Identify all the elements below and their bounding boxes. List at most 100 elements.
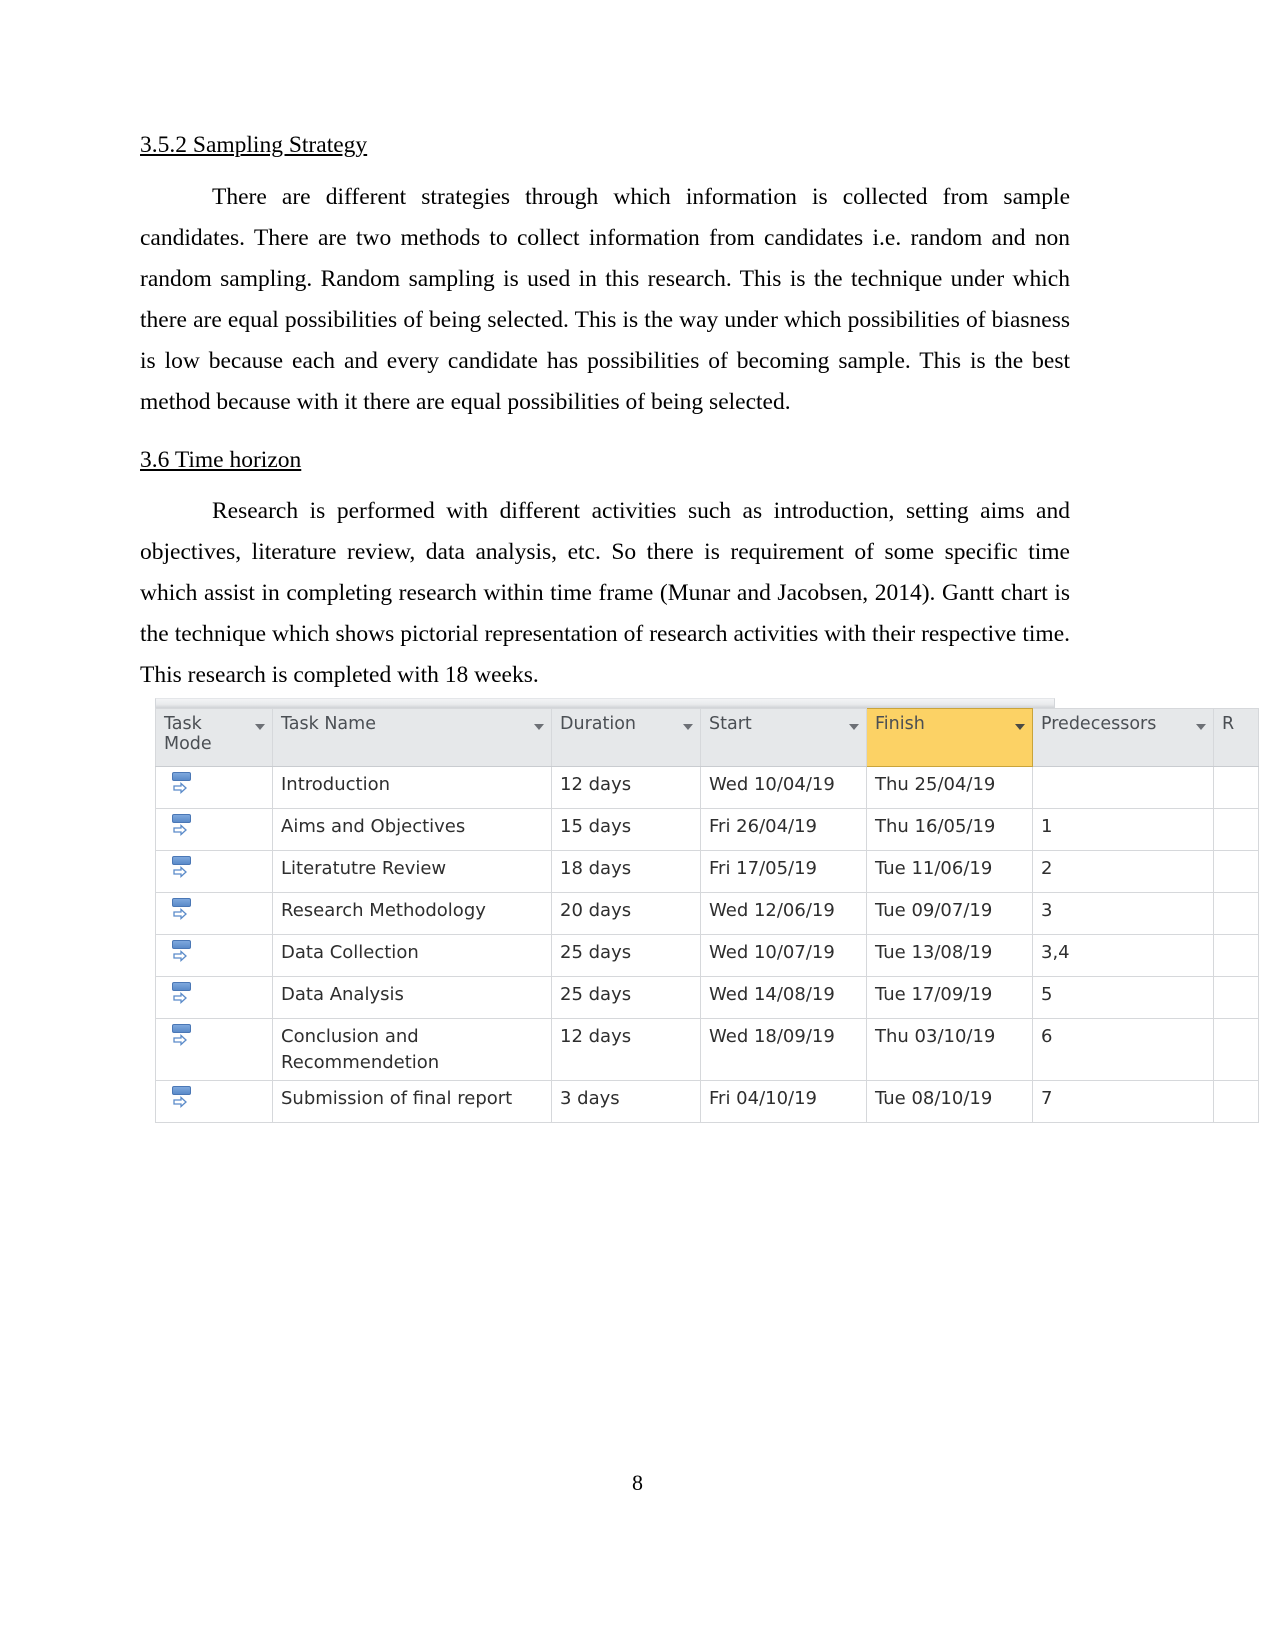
column-header-predecessors-label: Predecessors — [1041, 714, 1157, 734]
table-row[interactable]: Introduction 12 days Wed 10/04/19 Thu 25/04… — [155, 766, 1259, 809]
auto-schedule-arrow — [173, 950, 187, 962]
cell-extra[interactable] — [1213, 976, 1259, 1019]
column-header-start[interactable]: Start — [700, 708, 867, 767]
cell-task-name[interactable]: Literatutre Review — [272, 850, 552, 893]
cell-start[interactable]: Wed 10/07/19 — [700, 934, 867, 977]
column-header-finish[interactable]: Finish — [866, 708, 1033, 767]
auto-schedule-icon — [170, 1086, 196, 1112]
section-heading-time-horizon-text: 3.6 Time horizon — [140, 446, 302, 473]
cell-task-name[interactable]: Conclusion and Recommendetion — [272, 1018, 552, 1081]
cell-predecessors[interactable]: 3,4 — [1032, 934, 1214, 977]
cell-extra[interactable] — [1213, 1018, 1259, 1081]
page-number: 8 — [632, 1470, 643, 1495]
cell-extra[interactable] — [1213, 892, 1259, 935]
cell-duration[interactable]: 3 days — [551, 1080, 701, 1123]
cell-duration[interactable]: 18 days — [551, 850, 701, 893]
cell-duration[interactable]: 12 days — [551, 1018, 701, 1081]
cell-finish[interactable]: Tue 13/08/19 — [866, 934, 1033, 977]
table-row[interactable]: Aims and Objectives 15 days Fri 26/04/19 Th… — [155, 808, 1259, 851]
cell-finish[interactable]: Thu 16/05/19 — [866, 808, 1033, 851]
auto-schedule-icon — [170, 898, 196, 924]
cell-start[interactable]: Fri 04/10/19 — [700, 1080, 867, 1123]
auto-schedule-bar — [172, 772, 191, 781]
cell-predecessors[interactable]: 6 — [1032, 1018, 1214, 1081]
paragraph-sampling-strategy: There are different strategies through w… — [140, 183, 1070, 415]
cell-extra[interactable] — [1213, 934, 1259, 977]
cell-start[interactable]: Wed 10/04/19 — [700, 766, 867, 809]
filter-dropdown-icon[interactable] — [683, 724, 693, 730]
table-row[interactable]: Data Collection 25 days Wed 10/07/19 Tue 13… — [155, 934, 1259, 977]
cell-extra[interactable] — [1213, 1080, 1259, 1123]
filter-dropdown-icon[interactable] — [255, 724, 265, 730]
cell-duration[interactable]: 15 days — [551, 808, 701, 851]
cell-predecessors[interactable]: 7 — [1032, 1080, 1214, 1123]
section-heading-time-horizon: 3.6 Time horizon — [140, 445, 1070, 476]
cell-start[interactable]: Fri 17/05/19 — [700, 850, 867, 893]
column-header-duration[interactable]: Duration — [551, 708, 701, 767]
cell-extra[interactable] — [1213, 766, 1259, 809]
task-table-head: Task Mode Task Name Duration Start Finis… — [155, 708, 1259, 767]
cell-duration[interactable]: 25 days — [551, 934, 701, 977]
column-header-task-name[interactable]: Task Name — [272, 708, 552, 767]
cell-task-mode[interactable] — [155, 766, 273, 809]
gantt-table-topbar — [155, 698, 1055, 708]
cell-finish[interactable]: Thu 25/04/19 — [866, 766, 1033, 809]
cell-task-name[interactable]: Data Collection — [272, 934, 552, 977]
filter-dropdown-icon[interactable] — [849, 724, 859, 730]
filter-dropdown-icon[interactable] — [1015, 724, 1025, 730]
task-table-body: Introduction 12 days Wed 10/04/19 Thu 25/04… — [155, 766, 1259, 1123]
cell-task-name[interactable]: Submission of final report — [272, 1080, 552, 1123]
cell-task-mode[interactable] — [155, 1018, 273, 1081]
cell-task-name[interactable]: Aims and Objectives — [272, 808, 552, 851]
auto-schedule-arrow — [173, 866, 187, 878]
cell-task-mode[interactable] — [155, 892, 273, 935]
table-row[interactable]: Literatutre Review 18 days Fri 17/05/19 Tue… — [155, 850, 1259, 893]
cell-extra[interactable] — [1213, 850, 1259, 893]
cell-start[interactable]: Fri 26/04/19 — [700, 808, 867, 851]
cell-task-name[interactable]: Data Analysis — [272, 976, 552, 1019]
column-header-start-label: Start — [709, 714, 752, 734]
column-header-extra[interactable]: R — [1213, 708, 1259, 767]
cell-task-name[interactable]: Introduction — [272, 766, 552, 809]
cell-task-mode[interactable] — [155, 934, 273, 977]
cell-finish[interactable]: Tue 09/07/19 — [866, 892, 1033, 935]
column-header-task-name-label: Task Name — [281, 714, 376, 734]
cell-predecessors[interactable]: 1 — [1032, 808, 1214, 851]
auto-schedule-bar — [172, 898, 191, 907]
cell-task-mode[interactable] — [155, 808, 273, 851]
cell-duration[interactable]: 20 days — [551, 892, 701, 935]
table-row[interactable]: Submission of final report 3 days Fri 04/1… — [155, 1080, 1259, 1123]
cell-finish[interactable]: Tue 08/10/19 — [866, 1080, 1033, 1123]
table-row[interactable]: Conclusion and Recommendetion 12 days Wed … — [155, 1018, 1259, 1081]
cell-predecessors[interactable] — [1032, 766, 1214, 809]
filter-dropdown-icon[interactable] — [1196, 724, 1206, 730]
table-row[interactable]: Data Analysis 25 days Wed 14/08/19 Tue 17/0… — [155, 976, 1259, 1019]
cell-predecessors[interactable]: 5 — [1032, 976, 1214, 1019]
gantt-task-table: Task Mode Task Name Duration Start Finis… — [155, 698, 1259, 1123]
auto-schedule-icon — [170, 1024, 196, 1050]
cell-predecessors[interactable]: 2 — [1032, 850, 1214, 893]
filter-dropdown-icon[interactable] — [534, 724, 544, 730]
cell-finish[interactable]: Tue 11/06/19 — [866, 850, 1033, 893]
cell-task-mode[interactable] — [155, 976, 273, 1019]
cell-task-name[interactable]: Research Methodology — [272, 892, 552, 935]
auto-schedule-bar — [172, 982, 191, 991]
cell-duration[interactable]: 25 days — [551, 976, 701, 1019]
auto-schedule-arrow — [173, 1096, 187, 1108]
cell-finish[interactable]: Thu 03/10/19 — [866, 1018, 1033, 1081]
table-row[interactable]: Research Methodology 20 days Wed 12/06/19 T… — [155, 892, 1259, 935]
cell-start[interactable]: Wed 14/08/19 — [700, 976, 867, 1019]
column-header-duration-label: Duration — [560, 714, 637, 734]
cell-start[interactable]: Wed 12/06/19 — [700, 892, 867, 935]
cell-predecessors[interactable]: 3 — [1032, 892, 1214, 935]
cell-extra[interactable] — [1213, 808, 1259, 851]
cell-finish[interactable]: Tue 17/09/19 — [866, 976, 1033, 1019]
section-heading-sampling-strategy-text: 3.5.2 Sampling Strategy — [140, 132, 368, 158]
cell-task-mode[interactable] — [155, 1080, 273, 1123]
auto-schedule-icon — [170, 814, 196, 840]
column-header-task-mode[interactable]: Task Mode — [155, 708, 273, 767]
cell-duration[interactable]: 12 days — [551, 766, 701, 809]
column-header-predecessors[interactable]: Predecessors — [1032, 708, 1214, 767]
cell-start[interactable]: Wed 18/09/19 — [700, 1018, 867, 1081]
cell-task-mode[interactable] — [155, 850, 273, 893]
